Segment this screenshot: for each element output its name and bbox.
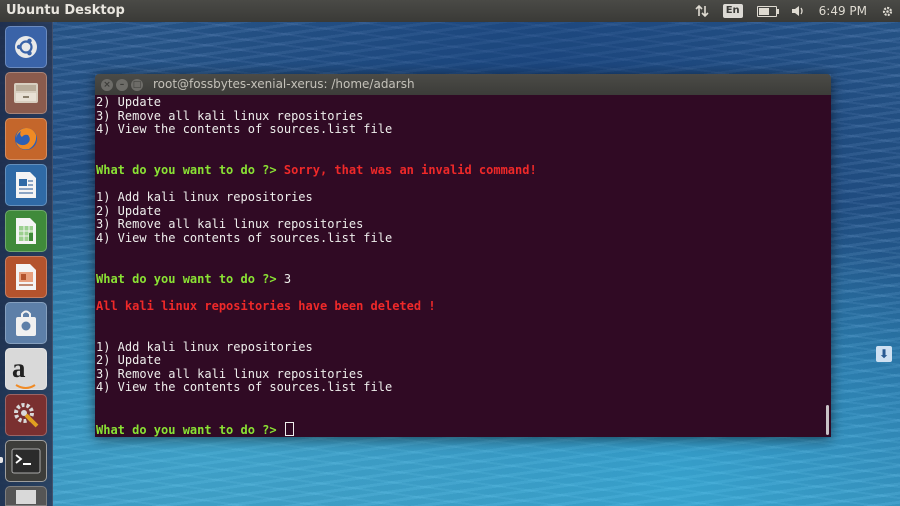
output-text: 1) Add kali linux repositories — [96, 190, 313, 205]
terminal-output[interactable]: 2) Update 3) Remove all kali linux reposi… — [95, 95, 831, 437]
download-arrow-icon[interactable]: ⬇ — [876, 346, 892, 362]
impress-button[interactable] — [5, 256, 47, 298]
dash-home-button[interactable] — [5, 26, 47, 68]
terminal-cursor — [284, 422, 294, 437]
terminal-line: What do you want to do ?> — [96, 422, 537, 437]
terminal-line: What do you want to do ?> Sorry, that wa… — [96, 162, 537, 178]
shopping-bag-icon — [14, 309, 38, 341]
firefox-button[interactable] — [5, 118, 47, 160]
gear-icon[interactable] — [881, 0, 894, 22]
calc-button[interactable] — [5, 210, 47, 252]
terminal-line: 4) View the contents of sources.list fil… — [96, 381, 537, 395]
software-center-button[interactable] — [5, 302, 47, 344]
terminal-lines: 2) Update 3) Remove all kali linux reposi… — [96, 95, 537, 437]
terminal-line: 1) Add kali linux repositories — [96, 190, 537, 205]
terminal-titlebar[interactable]: × – □ root@fossbytes-xenial-xerus: /home… — [95, 74, 831, 95]
ubuntu-logo-icon — [14, 35, 38, 63]
terminal-line: 4) View the contents of sources.list fil… — [96, 230, 537, 246]
output-text: 1) Add kali linux repositories — [96, 339, 313, 354]
battery-icon[interactable] — [756, 0, 779, 22]
network-icon[interactable] — [695, 0, 709, 22]
terminal-line: 1) Add kali linux repositories — [96, 339, 537, 355]
firefox-icon — [13, 126, 39, 156]
calc-spreadsheet-icon — [15, 217, 37, 249]
terminal-button[interactable] — [5, 440, 47, 482]
output-text: 3) Remove all kali linux repositories — [96, 108, 364, 123]
error-text: All kali linux repositories have been de… — [96, 298, 436, 313]
terminal-line: 3) Remove all kali linux repositories — [96, 108, 537, 124]
prompt-text: What do you want to do ?> — [96, 423, 284, 437]
writer-document-icon — [15, 171, 37, 203]
top-panel: Ubuntu Desktop En 6:49 PM — [0, 0, 900, 22]
terminal-line: 3) Remove all kali linux repositories — [96, 218, 537, 232]
terminal-line: 2) Update — [96, 95, 537, 110]
file-cabinet-icon — [13, 80, 39, 110]
maximize-icon[interactable]: □ — [131, 79, 143, 91]
clock[interactable]: 6:49 PM — [819, 0, 867, 22]
writer-button[interactable] — [5, 164, 47, 206]
keyboard-layout-label: En — [722, 4, 743, 18]
output-text: 2) Update — [96, 95, 162, 109]
launcher: a — [0, 22, 53, 506]
prompt-text: What do you want to do ?> — [96, 162, 284, 177]
workspace-icon — [16, 490, 36, 504]
output-text: 4) View the contents of sources.list fil… — [96, 122, 393, 137]
terminal-icon — [11, 448, 41, 478]
running-indicator — [0, 457, 3, 463]
volume-icon[interactable] — [791, 0, 805, 22]
terminal-line: What do you want to do ?> 3 — [96, 271, 537, 287]
terminal-line: 2) Update — [96, 203, 537, 219]
terminal-scrollbar[interactable] — [826, 405, 829, 435]
files-button[interactable] — [5, 72, 47, 114]
close-icon[interactable]: × — [101, 79, 113, 91]
output-text: 3) Remove all kali linux repositories — [96, 366, 364, 381]
terminal-line: 4) View the contents of sources.list fil… — [96, 122, 537, 137]
keyboard-layout-indicator[interactable]: En — [722, 0, 743, 22]
minimize-icon[interactable]: – — [116, 79, 128, 91]
settings-wrench-icon — [13, 402, 39, 432]
amazon-button[interactable]: a — [5, 348, 47, 390]
output-text: 2) Update — [96, 203, 162, 218]
workspace-switcher-button[interactable] — [5, 486, 47, 506]
output-text: 4) View the contents of sources.list fil… — [96, 380, 393, 395]
window-title: Ubuntu Desktop — [6, 3, 125, 18]
error-text: Sorry, that was an invalid command! — [283, 162, 537, 177]
prompt-text: What do you want to do ?> — [96, 271, 284, 286]
terminal-window-title: root@fossbytes-xenial-xerus: /home/adars… — [153, 77, 415, 91]
output-text: 3 — [283, 271, 292, 286]
terminal-window: × – □ root@fossbytes-xenial-xerus: /home… — [95, 74, 831, 437]
system-settings-button[interactable] — [5, 394, 47, 436]
impress-presentation-icon — [15, 263, 37, 295]
terminal-line: 2) Update — [96, 353, 537, 368]
indicator-area: En 6:49 PM — [695, 0, 894, 22]
output-text: 3) Remove all kali linux repositories — [96, 217, 364, 232]
terminal-line: All kali linux repositories have been de… — [96, 298, 537, 314]
amazon-smile-icon — [15, 376, 37, 395]
output-text: 4) View the contents of sources.list fil… — [96, 230, 393, 245]
terminal-line: 3) Remove all kali linux repositories — [96, 366, 537, 382]
output-text: 2) Update — [96, 353, 162, 368]
